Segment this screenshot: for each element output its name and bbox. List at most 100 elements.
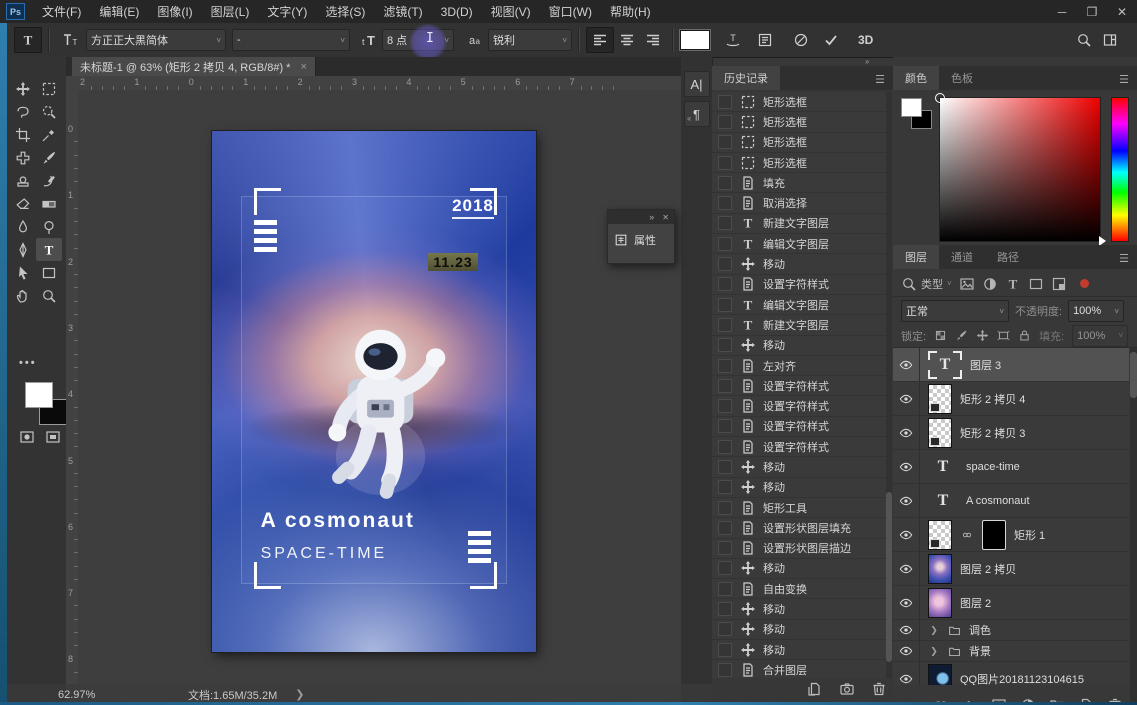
screen-mode-icon[interactable] [45,429,61,445]
tab-swatches[interactable]: 色板 [939,66,985,90]
delete-state-icon[interactable] [871,681,887,697]
anti-alias-select[interactable]: 锐利˅ [488,29,572,51]
history-state-新建文字图层[interactable]: T新建文字图层 [712,315,886,335]
pen-tool-icon[interactable] [10,238,36,261]
history-state-移动[interactable]: 移动 [712,559,886,579]
align-right-icon[interactable] [640,28,666,52]
gradient-tool-icon[interactable] [36,192,62,215]
new-document-from-state-icon[interactable] [807,681,823,697]
type-tool-icon[interactable]: T [36,238,62,261]
history-state-设置字符样式[interactable]: 设置字符样式 [712,396,886,416]
hue-slider[interactable] [1111,97,1129,242]
layers-scrollbar[interactable] [1130,348,1137,705]
history-source-well[interactable] [718,541,732,555]
select-tool-icon[interactable] [10,261,36,284]
filter-type-layers-icon[interactable]: T [1005,276,1021,292]
histbrush-tool-icon[interactable] [36,169,62,192]
history-source-well[interactable] [718,359,732,373]
history-state-新建文字图层[interactable]: T新建文字图层 [712,214,886,234]
visibility-eye-icon[interactable] [893,620,920,640]
layer-row-背景[interactable]: ❯背景 [893,641,1129,662]
history-state-编辑文字图层[interactable]: T编辑文字图层 [712,234,886,254]
history-source-well[interactable] [718,95,732,109]
properties-float-panel[interactable]: » ✕ 属性 [607,209,675,264]
history-state-矩形选框[interactable]: 矩形选框 [712,92,886,112]
history-state-合并图层[interactable]: 合并图层 [712,660,886,678]
fill-field[interactable]: 100%˅ [1072,325,1128,347]
history-state-移动[interactable]: 移动 [712,254,886,274]
eraser-tool-icon[interactable] [10,192,36,215]
poster-artwork[interactable]: 2018 11.23 A cosmonau [212,131,536,652]
font-style-select[interactable]: -˅ [232,29,350,51]
visibility-eye-icon[interactable] [893,518,920,551]
lock-position-icon[interactable] [976,329,989,342]
history-state-移动[interactable]: 移动 [712,478,886,498]
menu-10[interactable]: 帮助(H) [601,1,660,23]
commit-edit-icon[interactable] [818,28,844,52]
align-left-icon[interactable] [586,27,614,53]
history-source-well[interactable] [718,196,732,210]
history-source-well[interactable] [718,419,732,433]
foreground-color[interactable] [901,98,922,117]
tab-paths[interactable]: 路径 [985,245,1031,269]
filter-active-indicator[interactable] [1080,279,1089,288]
status-expander-icon[interactable]: ❯ [295,688,304,701]
layer-row-矩形 1[interactable]: 矩形 1 [893,518,1129,552]
visibility-eye-icon[interactable] [893,484,920,517]
history-state-设置字符样式[interactable]: 设置字符样式 [712,376,886,396]
history-source-well[interactable] [718,216,732,230]
group-expander-icon[interactable]: ❯ [928,646,940,657]
filter-kind-select[interactable]: 类型 ˅ [901,276,952,292]
menu-2[interactable]: 图像(I) [148,1,201,23]
history-source-well[interactable] [718,440,732,454]
visibility-eye-icon[interactable] [893,586,920,619]
history-source-well[interactable] [718,176,732,190]
filter-pixel-layers-icon[interactable] [959,276,975,292]
eyedrop-tool-icon[interactable] [36,123,62,146]
filter-shape-layers-icon[interactable] [1028,276,1044,292]
brush-tool-icon[interactable] [36,146,62,169]
history-source-well[interactable] [718,318,732,332]
workspace-icon[interactable] [1097,28,1123,52]
quick-mask-icon[interactable] [19,429,35,445]
foreground-color-swatch[interactable] [25,382,53,408]
history-source-well[interactable] [718,663,732,677]
new-snapshot-icon[interactable] [839,681,855,697]
history-source-well[interactable] [718,135,732,149]
history-state-左对齐[interactable]: 左对齐 [712,356,886,376]
cancel-edit-icon[interactable] [788,28,814,52]
history-source-well[interactable] [718,643,732,657]
history-source-well[interactable] [718,379,732,393]
history-state-移动[interactable]: 移动 [712,640,886,660]
dodge-tool-icon[interactable] [36,215,62,238]
history-state-移动[interactable]: 移动 [712,599,886,619]
history-state-移动[interactable]: 移动 [712,336,886,356]
history-state-矩形选框[interactable]: 矩形选框 [712,112,886,132]
maximize-button[interactable]: ❐ [1077,1,1107,23]
history-source-well[interactable] [718,399,732,413]
history-state-移动[interactable]: 移动 [712,620,886,640]
rect-tool-icon[interactable] [36,261,62,284]
history-source-well[interactable] [718,460,732,474]
visibility-eye-icon[interactable] [893,662,920,685]
zoomglass-tool-icon[interactable] [36,284,62,307]
menu-4[interactable]: 文字(Y) [258,1,316,23]
history-scrollbar[interactable] [886,92,892,678]
close-float-icon[interactable]: ✕ [662,213,669,222]
history-source-well[interactable] [718,480,732,494]
visibility-eye-icon[interactable] [893,416,920,449]
layer-row-图层 3[interactable]: T图层 3 [893,348,1129,382]
saturation-brightness-field[interactable] [939,97,1101,242]
edit-toolbar-icon[interactable]: ••• [19,357,37,369]
filter-smart-objects-icon[interactable] [1051,276,1067,292]
history-state-设置字符样式[interactable]: 设置字符样式 [712,275,886,295]
filter-adjustment-layers-icon[interactable] [982,276,998,292]
visibility-eye-icon[interactable] [893,552,920,585]
layer-row-A cosmonaut[interactable]: TA cosmonaut [893,484,1129,518]
history-state-矩形选框[interactable]: 矩形选框 [712,153,886,173]
blur-tool-icon[interactable] [10,215,36,238]
text-orientation-icon[interactable]: T [56,28,82,52]
font-family-select[interactable]: 方正正大黑简体˅ [86,29,226,51]
layer-row-QQ图片20181123104615[interactable]: QQ图片20181123104615 [893,662,1129,685]
collapse-icon[interactable]: » [649,212,654,222]
